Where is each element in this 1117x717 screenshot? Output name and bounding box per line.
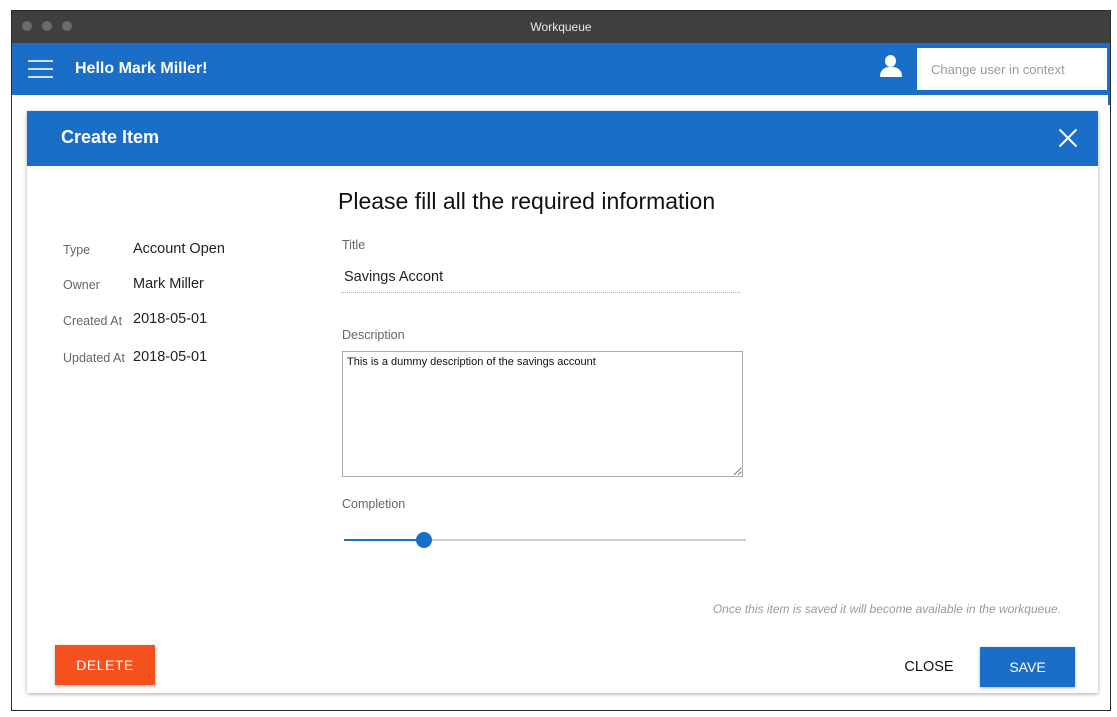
dialog-title: Create Item — [61, 127, 160, 147]
delete-button[interactable]: DELETE — [55, 645, 155, 685]
save-button[interactable]: SAVE — [980, 647, 1075, 687]
window-titlebar: Workqueue — [12, 11, 1110, 43]
title-label: Title — [342, 238, 366, 252]
user-icon — [880, 55, 902, 79]
meta-value-type: Account Open — [133, 241, 225, 257]
create-item-dialog: Create Item Please fill all the required… — [27, 111, 1098, 693]
greeting-text: Hello Mark Miller! — [75, 60, 208, 77]
dialog-header: Create Item — [27, 111, 1098, 166]
meta-label-updated: Updated At — [63, 351, 125, 365]
meta-label-owner: Owner — [63, 278, 100, 292]
meta-value-owner: Mark Miller — [133, 276, 204, 292]
completion-slider-thumb[interactable] — [416, 532, 433, 548]
app-window: Workqueue Hello Mark Miller! Create Item… — [11, 10, 1111, 711]
save-hint: Once this item is saved it will become a… — [712, 602, 1061, 616]
meta-value-updated: 2018-05-01 — [133, 349, 208, 365]
completion-slider-fill — [344, 539, 425, 541]
completion-label: Completion — [342, 497, 406, 511]
window-title: Workqueue — [530, 20, 592, 34]
menu-icon[interactable] — [28, 60, 53, 80]
title-input[interactable] — [341, 261, 740, 293]
completion-slider[interactable] — [344, 532, 746, 548]
meta-label-type: Type — [63, 243, 91, 257]
meta-label-created: Created At — [63, 314, 123, 328]
meta-value-created: 2018-05-01 — [133, 311, 208, 327]
description-textarea[interactable]: This is a dummy description of the savin… — [342, 351, 743, 477]
form-heading: Please fill all the required information — [338, 188, 716, 214]
close-button[interactable]: CLOSE — [897, 649, 961, 685]
close-icon[interactable] — [1058, 128, 1078, 148]
app-bar: Hello Mark Miller! — [12, 43, 1110, 95]
app-bar-edge — [1108, 95, 1110, 105]
change-user-input[interactable] — [917, 48, 1107, 90]
description-label: Description — [342, 328, 405, 342]
